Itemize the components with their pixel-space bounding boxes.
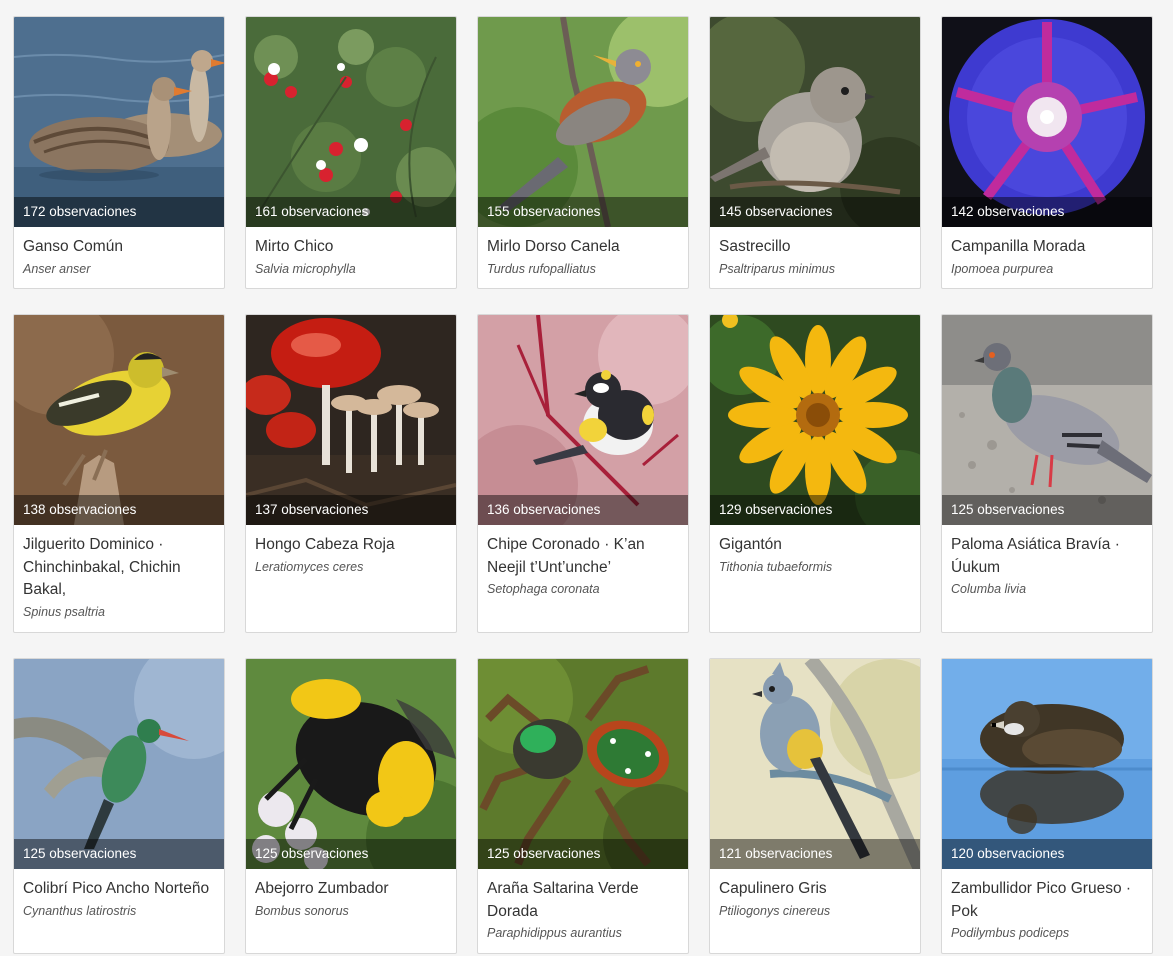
bumblebee-photo [246, 659, 456, 869]
scientific-name: Turdus rufopalliatus [487, 261, 596, 276]
common-name[interactable]: Sastrecillo [719, 236, 911, 259]
goose-photo [14, 17, 224, 227]
common-name[interactable]: Mirto Chico [255, 236, 447, 259]
warbler-photo [478, 315, 688, 525]
scientific-name: Ipomoea purpurea [951, 261, 1054, 276]
species-card-colibri-pico-ancho[interactable]: 125 observaciones Colibrí Pico Ancho Nor… [13, 658, 225, 954]
observation-count: 125 observaciones [246, 839, 456, 869]
species-photo[interactable]: 129 observaciones [710, 315, 920, 525]
species-card-abejorro-zumbador[interactable]: 125 observaciones Abejorro Zumbador Bomb… [245, 658, 457, 954]
species-photo[interactable]: 138 observaciones [14, 315, 224, 525]
scientific-name: Salvia microphylla [255, 261, 356, 276]
species-card-capulinero-gris[interactable]: 121 observaciones Capulinero Gris Ptilio… [709, 658, 921, 954]
observation-count: 142 observaciones [942, 197, 1152, 227]
common-name[interactable]: Ganso Común [23, 236, 215, 259]
species-photo[interactable]: 161 observaciones [246, 17, 456, 227]
scientific-name: Anser anser [23, 261, 91, 276]
species-photo[interactable]: 142 observaciones [942, 17, 1152, 227]
scientific-name: Columba livia [951, 582, 1027, 596]
species-photo[interactable]: 125 observaciones [14, 659, 224, 869]
common-name[interactable]: Araña Saltarina Verde Dorada [487, 878, 679, 923]
scientific-name: Podilymbus podiceps [951, 926, 1070, 940]
scientific-name: Ptiliogonys cinereus [719, 903, 831, 918]
silky-flycatcher-photo [710, 659, 920, 869]
observation-count: 125 observaciones [14, 839, 224, 869]
scientific-name: Paraphidippus aurantius [487, 926, 622, 940]
scientific-name: Bombus sonorus [255, 903, 349, 918]
grebe-photo [942, 659, 1152, 869]
common-name[interactable]: Colibrí Pico Ancho Norteño [23, 878, 215, 901]
species-card-jilguerito-dominico[interactable]: 138 observaciones Jilguerito Dominico · … [13, 314, 225, 633]
species-card-sastrecillo[interactable]: 145 observaciones Sastrecillo Psaltripar… [709, 16, 921, 289]
species-photo[interactable]: 137 observaciones [246, 315, 456, 525]
observation-count: 120 observaciones [942, 839, 1152, 869]
species-card-arana-saltarina[interactable]: 125 observaciones Araña Saltarina Verde … [477, 658, 689, 954]
observation-count: 137 observaciones [246, 495, 456, 525]
common-name[interactable]: Campanilla Morada [951, 236, 1143, 259]
species-photo[interactable]: 125 observaciones [942, 315, 1152, 525]
pigeon-photo [942, 315, 1152, 525]
common-name[interactable]: Paloma Asiática Bravía · Úukum [951, 534, 1143, 579]
species-photo[interactable]: 155 observaciones [478, 17, 688, 227]
species-card-chipe-coronado[interactable]: 136 observaciones Chipe Coronado · K’an … [477, 314, 689, 633]
species-card-giganton[interactable]: 129 observaciones Gigantón Tithonia tuba… [709, 314, 921, 633]
common-name[interactable]: Hongo Cabeza Roja [255, 534, 447, 557]
species-card-hongo-cabeza-roja[interactable]: 137 observaciones Hongo Cabeza Roja Lera… [245, 314, 457, 633]
mushroom-photo [246, 315, 456, 525]
scientific-name: Setophaga coronata [487, 582, 600, 596]
goldfinch-photo [14, 315, 224, 525]
observation-count: 129 observaciones [710, 495, 920, 525]
scientific-name: Cynanthus latirostris [23, 903, 137, 918]
species-grid: 172 observaciones Ganso Común Anser anse… [0, 0, 1173, 956]
species-photo[interactable]: 145 observaciones [710, 17, 920, 227]
bushtit-photo [710, 17, 920, 227]
observation-count: 125 observaciones [478, 839, 688, 869]
species-photo[interactable]: 125 observaciones [246, 659, 456, 869]
species-photo[interactable]: 120 observaciones [942, 659, 1152, 869]
common-name[interactable]: Mirlo Dorso Canela [487, 236, 679, 259]
species-card-ganso-comun[interactable]: 172 observaciones Ganso Común Anser anse… [13, 16, 225, 289]
sunflower-photo [710, 315, 920, 525]
observation-count: 136 observaciones [478, 495, 688, 525]
observation-count: 155 observaciones [478, 197, 688, 227]
observation-count: 138 observaciones [14, 495, 224, 525]
species-card-campanilla-morada[interactable]: 142 observaciones Campanilla Morada Ipom… [941, 16, 1153, 289]
species-card-paloma-asiatica-bravia[interactable]: 125 observaciones Paloma Asiática Bravía… [941, 314, 1153, 633]
common-name[interactable]: Chipe Coronado · K’an Neejil t’Unt’unche… [487, 534, 679, 579]
common-name[interactable]: Abejorro Zumbador [255, 878, 447, 901]
morning-glory-photo [942, 17, 1152, 227]
observation-count: 145 observaciones [710, 197, 920, 227]
common-name[interactable]: Zambullidor Pico Grueso · Pok [951, 878, 1143, 923]
species-card-mirlo-dorso-canela[interactable]: 155 observaciones Mirlo Dorso Canela Tur… [477, 16, 689, 289]
scientific-name: Psaltriparus minimus [719, 261, 836, 276]
common-name[interactable]: Jilguerito Dominico · Chinchinbakal, Chi… [23, 534, 215, 602]
species-photo[interactable]: 172 observaciones [14, 17, 224, 227]
common-name[interactable]: Capulinero Gris [719, 878, 911, 901]
species-card-zambullidor-pico-grueso[interactable]: 120 observaciones Zambullidor Pico Grues… [941, 658, 1153, 954]
salvia-photo [246, 17, 456, 227]
observation-count: 172 observaciones [14, 197, 224, 227]
scientific-name: Spinus psaltria [23, 604, 105, 619]
observation-count: 161 observaciones [246, 197, 456, 227]
common-name[interactable]: Gigantón [719, 534, 911, 557]
species-photo[interactable]: 136 observaciones [478, 315, 688, 525]
scientific-name: Tithonia tubaeformis [719, 559, 833, 574]
species-card-mirto-chico[interactable]: 161 observaciones Mirto Chico Salvia mic… [245, 16, 457, 289]
hummingbird-photo [14, 659, 224, 869]
observation-count: 125 observaciones [942, 495, 1152, 525]
species-photo[interactable]: 125 observaciones [478, 659, 688, 869]
spider-photo [478, 659, 688, 869]
scientific-name: Leratiomyces ceres [255, 559, 364, 574]
species-photo[interactable]: 121 observaciones [710, 659, 920, 869]
thrush-photo [478, 17, 688, 227]
observation-count: 121 observaciones [710, 839, 920, 869]
